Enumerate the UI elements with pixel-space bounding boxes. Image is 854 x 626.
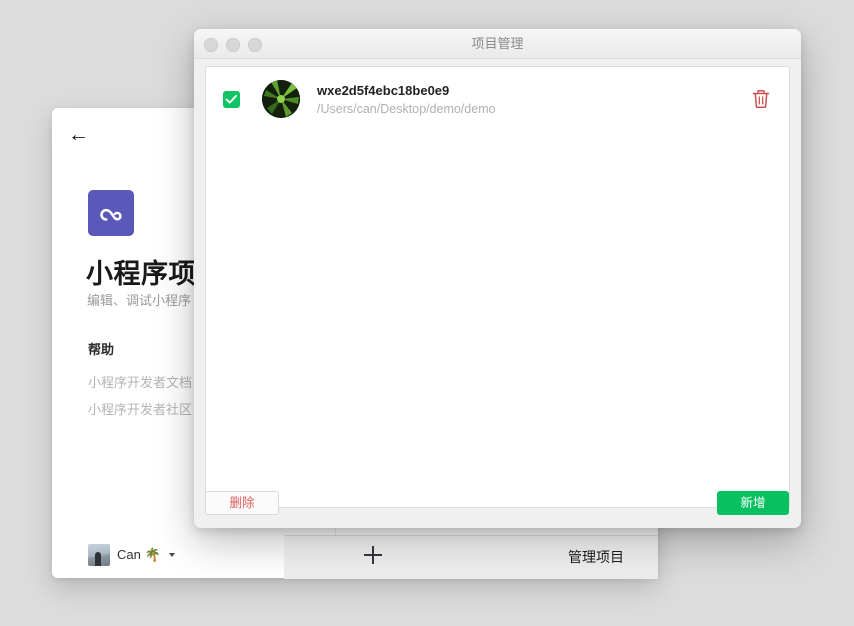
- project-path: /Users/can/Desktop/demo/demo: [317, 102, 496, 116]
- chevron-down-icon: [169, 553, 175, 557]
- trash-icon[interactable]: [751, 88, 771, 110]
- page-subtitle: 编辑、调试小程序: [87, 290, 191, 309]
- dialog-footer: [194, 508, 801, 528]
- delete-button[interactable]: 删除: [205, 491, 279, 515]
- project-checkbox[interactable]: [223, 91, 240, 108]
- back-arrow-icon[interactable]: ←: [68, 125, 90, 145]
- dialog-title: 项目管理: [194, 29, 801, 58]
- user-name-label: Can 🌴: [117, 547, 161, 563]
- manage-projects-button[interactable]: 管理项目: [568, 547, 624, 567]
- help-link-community[interactable]: 小程序开发者社区: [88, 399, 192, 418]
- plus-icon[interactable]: [364, 546, 382, 564]
- list-item[interactable]: wxe2d5f4ebc18be0e9 /Users/can/Desktop/de…: [206, 67, 789, 131]
- project-management-dialog: 项目管理 wx: [194, 29, 801, 528]
- project-appid: wxe2d5f4ebc18be0e9: [317, 83, 496, 98]
- project-list-panel: wxe2d5f4ebc18be0e9 /Users/can/Desktop/de…: [205, 66, 790, 508]
- help-link-docs[interactable]: 小程序开发者文档: [88, 372, 192, 391]
- avatar: [88, 544, 110, 566]
- miniprogram-logo-icon: [88, 190, 134, 236]
- add-button[interactable]: 新增: [717, 491, 789, 515]
- help-section-heading: 帮助: [88, 339, 114, 358]
- user-account-menu[interactable]: Can 🌴: [88, 544, 175, 566]
- project-info: wxe2d5f4ebc18be0e9 /Users/can/Desktop/de…: [317, 83, 496, 116]
- dialog-titlebar: 项目管理: [194, 29, 801, 59]
- project-thumbnail: [262, 80, 300, 118]
